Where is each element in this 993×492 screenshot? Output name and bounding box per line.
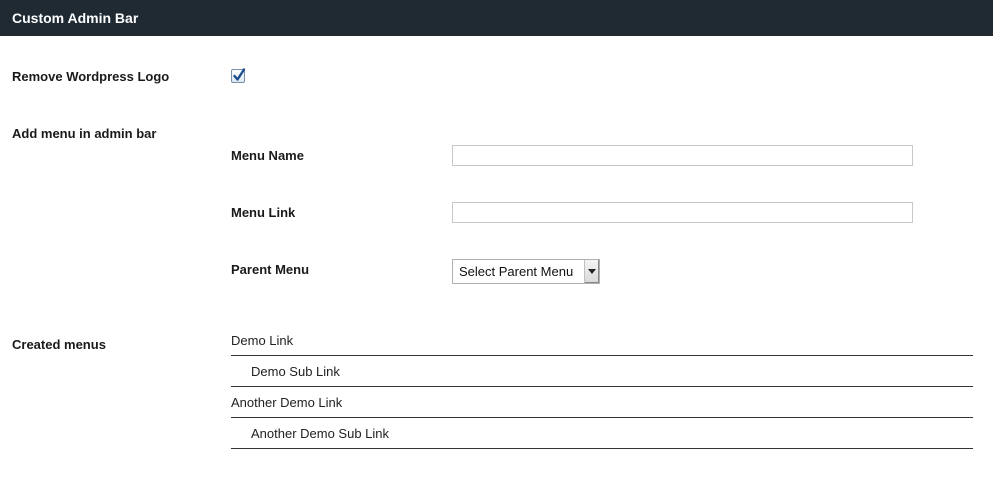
remove-logo-label: Remove Wordpress Logo: [12, 69, 170, 84]
menu-link-input[interactable]: [452, 202, 913, 223]
remove-logo-checkbox[interactable]: [231, 68, 246, 83]
menu-list-subitem: Another Demo Sub Link: [231, 418, 973, 449]
checkmark-icon: [233, 68, 246, 81]
menu-link-label: Menu Link: [231, 205, 296, 220]
parent-menu-label: Parent Menu: [231, 262, 310, 277]
page-header: Custom Admin Bar: [0, 0, 993, 36]
add-menu-label: Add menu in admin bar: [12, 126, 157, 141]
menu-list-item: Demo Link: [231, 325, 973, 356]
parent-menu-selected: Select Parent Menu: [459, 264, 574, 279]
dropdown-arrow-button[interactable]: [584, 260, 599, 283]
page-title: Custom Admin Bar: [12, 10, 139, 26]
created-menus-label: Created menus: [12, 337, 106, 352]
menu-list-item: Another Demo Link: [231, 387, 973, 418]
settings-page: Custom Admin Bar Remove Wordpress Logo A…: [0, 0, 993, 492]
menu-list-subitem: Demo Sub Link: [231, 356, 973, 387]
menu-name-label: Menu Name: [231, 148, 304, 163]
caret-down-icon: [588, 269, 596, 274]
parent-menu-select[interactable]: Select Parent Menu: [452, 259, 600, 284]
created-menus-list: Demo Link Demo Sub Link Another Demo Lin…: [231, 325, 973, 449]
menu-name-input[interactable]: [452, 145, 913, 166]
